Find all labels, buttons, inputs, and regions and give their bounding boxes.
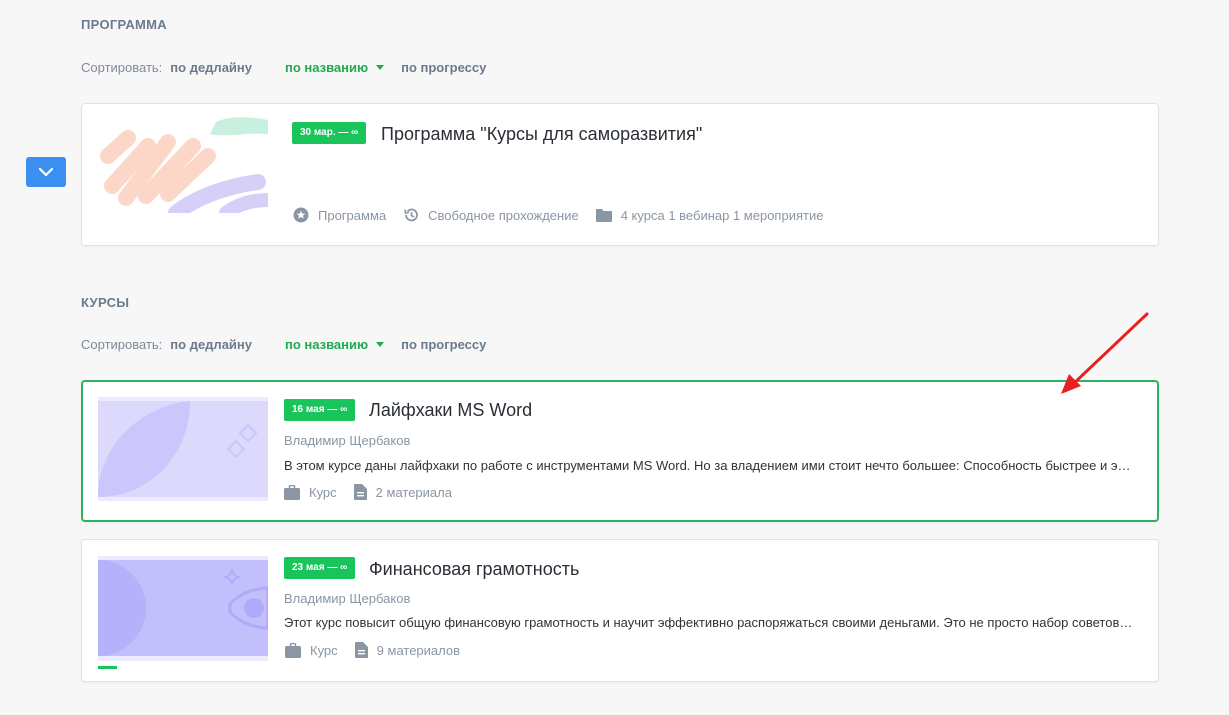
course-meta: Курс 2 материала [284,484,469,500]
sort-by-name[interactable]: по названию [285,336,385,352]
course-type: Курс [309,484,337,500]
caret-down-icon [376,64,385,70]
course-type: Курс [310,642,338,658]
course-progress-bar [98,666,117,669]
folder-icon [595,208,612,222]
program-card[interactable]: 30 мар. — ∞ Программа "Курсы для самораз… [81,103,1159,246]
caret-down-icon [376,341,385,347]
courses-section-title: КУРСЫ [81,295,130,310]
deadline-badge: 30 мар. — ∞ [292,122,367,144]
course-meta: Курс 9 материалов [285,642,477,658]
course-materials: 2 материала [375,484,452,500]
program-contents: 4 курса 1 вебинар 1 мероприятие [620,207,824,223]
document-icon [354,642,368,658]
expand-program-button[interactable] [26,157,66,187]
sort-by-deadline[interactable]: по дедлайну [170,337,252,352]
document-icon [353,484,367,500]
chevron-down-icon [38,167,54,177]
briefcase-icon [285,642,301,658]
history-icon [403,207,419,223]
program-thumbnail [98,116,268,213]
program-mode: Свободное прохождение [428,207,579,223]
program-title[interactable]: Программа "Курсы для саморазвития" [381,124,702,145]
course-materials: 9 материалов [376,642,461,658]
course-author: Владимир Щербаков [284,591,411,606]
course-description: В этом курсе даны лайфхаки по работе с и… [284,458,1134,473]
course-author: Владимир Щербаков [284,433,411,448]
briefcase-icon [284,484,300,500]
sort-by-progress[interactable]: по прогрессу [401,60,486,75]
course-card[interactable]: 23 мая — ∞ Финансовая грамотность Владим… [81,539,1159,682]
deadline-badge: 23 мая — ∞ [284,557,356,579]
courses-sort-row: Сортировать: по дедлайну по названию по … [81,335,486,353]
sort-by-name-label: по названию [285,336,369,352]
course-title[interactable]: Лайфхаки MS Word [369,400,532,421]
sort-label: Сортировать: [81,59,163,75]
annotation-arrow-icon [1061,312,1149,394]
deadline-badge: 16 мая — ∞ [284,399,356,421]
program-sort-row: Сортировать: по дедлайну по названию по … [81,58,486,76]
course-card[interactable]: 16 мая — ∞ Лайфхаки MS Word Владимир Щер… [81,380,1159,522]
program-section-title: ПРОГРАММА [81,17,167,32]
sort-by-name[interactable]: по названию [285,59,385,75]
course-description: Этот курс повысит общую финансовую грамо… [284,615,1134,630]
sort-by-deadline[interactable]: по дедлайну [170,60,252,75]
course-thumbnail [98,397,268,501]
program-meta: Программа Свободное прохождение 4 курса … [293,207,840,223]
sort-label: Сортировать: [81,336,163,352]
course-thumbnail [98,556,268,661]
course-title[interactable]: Финансовая грамотность [369,559,579,580]
sort-by-name-label: по названию [285,59,369,75]
star-circle-icon [293,207,309,223]
sort-by-progress[interactable]: по прогрессу [401,337,486,352]
program-type: Программа [318,207,387,223]
